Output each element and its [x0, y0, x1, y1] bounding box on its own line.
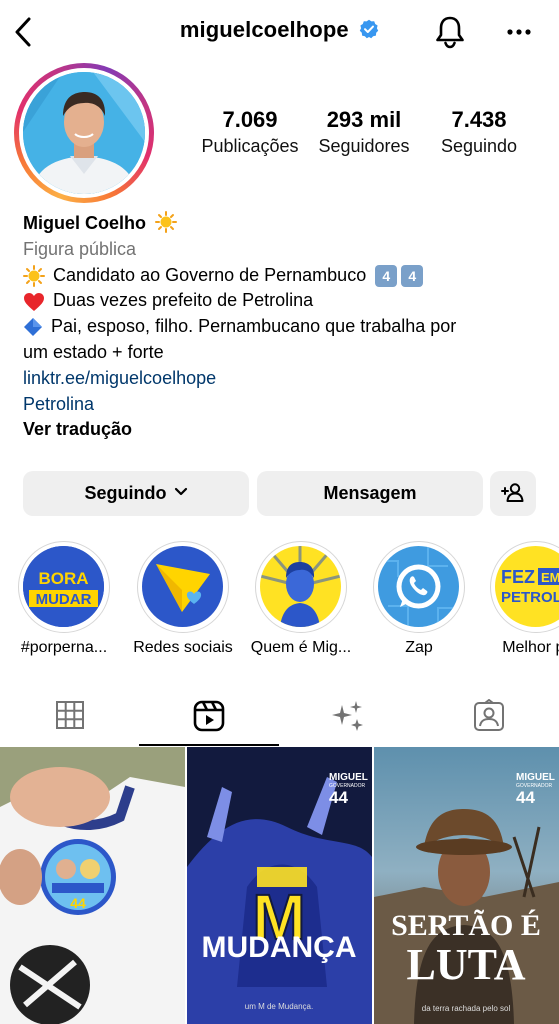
reel-number-text: 44 — [329, 788, 348, 807]
posts-count-value: 7.069 — [222, 107, 278, 132]
bio-location[interactable]: Petrolina — [23, 392, 543, 418]
highlight-melhor-petrolina[interactable]: FEZ EM PETROLIN Melhor pr — [482, 541, 559, 657]
reel-thumbnail[interactable]: MIGUEL GOVERNADOR 44 M MUDANÇA um M de M… — [187, 747, 372, 1024]
following-count-label: Seguindo — [440, 136, 518, 156]
reel-thumbnail[interactable]: MIGUEL GOVERNADOR 44 SERTÃO É LUTA da te… — [374, 747, 559, 1024]
highlight-art-text: BORA — [38, 569, 88, 588]
reel-badge-text: 44 — [70, 895, 86, 911]
message-button[interactable]: Mensagem — [257, 471, 483, 516]
reel-headline: MUDANÇA — [202, 931, 357, 964]
more-options-button[interactable] — [502, 14, 538, 50]
bio-line-family: Pai, esposo, filho. Pernambucano que tra… — [23, 314, 543, 340]
reel-headline: SERTÃO É — [391, 909, 541, 942]
following-button[interactable]: Seguindo — [23, 471, 249, 516]
tab-effects[interactable] — [279, 690, 418, 746]
reel-brand-text: MIGUEL — [516, 772, 555, 783]
highlight-art-text: FEZ — [501, 567, 535, 587]
active-tab-indicator — [139, 744, 279, 746]
reels-icon — [193, 700, 224, 732]
highlight-cover: FEZ EM PETROLIN — [490, 541, 559, 633]
bio-line-campaign: Candidato ao Governo de Pernambuco 44 — [23, 263, 543, 289]
red-heart-emoji-icon — [24, 292, 44, 311]
highlight-cover — [137, 541, 229, 633]
profile-stats: 7.069 Publicações 293 mil Seguidores 7.4… — [190, 106, 550, 162]
bio-link[interactable]: linktr.ee/miguelcoelhope — [23, 366, 543, 392]
tab-tagged[interactable] — [419, 690, 558, 746]
suggested-users-button[interactable] — [490, 471, 536, 516]
profile-username: miguelcoelhope — [179, 17, 349, 42]
highlight-label: Melhor pr — [502, 639, 559, 656]
highlight-quem-e-miguel[interactable]: Quem é Mig... — [247, 541, 355, 657]
reel-brand-text: MIGUEL — [329, 772, 368, 783]
avatar-gap — [19, 68, 149, 198]
title-wrap: miguelcoelhope — [0, 17, 559, 43]
highlight-label: #porperna... — [20, 639, 108, 656]
keycap-four-icon: 4 — [375, 264, 398, 287]
profile-avatar-story-ring[interactable] — [14, 63, 154, 203]
message-button-label: Mensagem — [323, 483, 417, 503]
bio-family-text: Pai, esposo, filho. Pernambucano que tra… — [51, 316, 457, 337]
posts-count[interactable]: 7.069 Publicações — [190, 106, 310, 158]
sparkles-icon — [331, 701, 363, 731]
reel-number-text: 44 — [516, 788, 535, 807]
blue-diamond-emoji-icon — [24, 318, 42, 337]
highlight-label: Quem é Mig... — [250, 639, 352, 656]
see-translation-button[interactable]: Ver tradução — [23, 417, 543, 443]
reel-headline: LUTA — [407, 940, 526, 989]
more-horizontal-icon — [507, 29, 531, 35]
notifications-button[interactable] — [432, 14, 468, 50]
posts-count-label: Publicações — [201, 136, 299, 156]
followers-count-value: 293 mil — [326, 107, 402, 132]
chevron-down-icon — [174, 487, 187, 496]
following-button-label: Seguindo — [84, 483, 167, 503]
highlight-cover — [255, 541, 347, 633]
bio-mayor-text: Duas vezes prefeito de Petrolina — [53, 290, 314, 311]
tagged-person-icon — [473, 699, 504, 731]
following-count-value: 7.438 — [451, 107, 507, 132]
reel-thumbnail[interactable]: 44 — [0, 747, 185, 1024]
reel-caption: um M de Mudança. — [245, 1002, 313, 1011]
bell-icon — [436, 16, 464, 49]
sun-emoji-icon — [155, 211, 178, 233]
highlight-zap[interactable]: Zap — [365, 541, 473, 657]
profile-tabs — [0, 690, 559, 746]
highlight-cover — [373, 541, 465, 633]
story-highlights: BORA MUDAR #porperna... Redes sociais Qu… — [0, 541, 559, 661]
highlight-redes-sociais[interactable]: Redes sociais — [129, 541, 237, 657]
profile-name: Miguel Coelho — [23, 213, 146, 233]
reel-caption: da terra rachada pelo sol — [422, 1004, 511, 1013]
profile-category: Figura pública — [23, 238, 137, 259]
tab-posts-grid[interactable] — [0, 690, 139, 746]
sun-emoji-icon — [23, 264, 45, 287]
keycap-four-icon: 4 — [401, 264, 424, 287]
profile-bio: Miguel Coelho Figura pública Candidato a… — [23, 211, 543, 443]
highlight-art-text: PETROLIN — [501, 589, 559, 606]
followers-count[interactable]: 293 mil Seguidores — [307, 106, 421, 158]
top-bar: miguelcoelhope — [0, 0, 559, 62]
highlight-art-text: EM — [541, 570, 559, 585]
add-user-icon — [501, 483, 524, 502]
highlight-label: Zap — [405, 639, 433, 656]
highlight-cover: BORA MUDAR — [18, 541, 110, 633]
bio-line-mayor: Duas vezes prefeito de Petrolina — [23, 288, 543, 314]
bio-family-text-cont: um estado + forte — [23, 341, 164, 362]
bio-campaign-text: Candidato ao Governo de Pernambuco — [53, 264, 367, 285]
following-count[interactable]: 7.438 Seguindo — [430, 106, 528, 158]
verified-badge-icon — [359, 19, 379, 38]
highlight-label: Redes sociais — [133, 639, 233, 656]
highlight-porpernambuco[interactable]: BORA MUDAR #porperna... — [10, 541, 118, 657]
profile-name-row: Miguel Coelho — [23, 211, 543, 237]
grid-icon — [55, 701, 84, 729]
followers-count-label: Seguidores — [318, 136, 410, 156]
highlight-art-text: MUDAR — [36, 591, 92, 608]
reels-grid: 44 MIGUEL GOVERNADOR 44 M MUDANÇA um M d… — [0, 747, 559, 1024]
tab-reels[interactable] — [139, 690, 278, 746]
avatar — [23, 72, 145, 194]
